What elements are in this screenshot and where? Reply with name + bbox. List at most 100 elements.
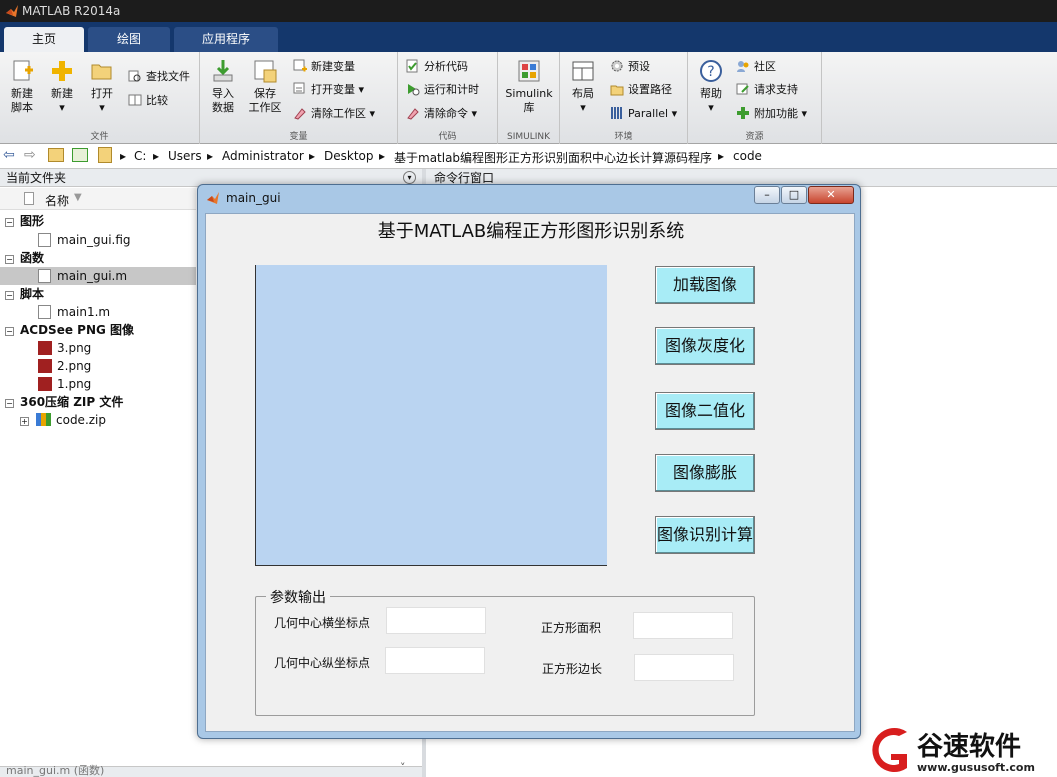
dilate-button[interactable]: 图像膨胀: [655, 454, 755, 492]
find-files-button[interactable]: 查找文件: [128, 68, 190, 86]
collapse-icon[interactable]: −: [5, 327, 14, 336]
side-length-field[interactable]: [634, 654, 734, 681]
help-button[interactable]: ? 帮助 ▾: [690, 58, 732, 115]
preferences-button[interactable]: 预设: [610, 58, 650, 76]
tab-plots[interactable]: 绘图: [88, 27, 170, 52]
new-button[interactable]: 新建 ▾: [41, 58, 83, 115]
tree-group[interactable]: − 脚本: [0, 285, 196, 303]
parallel-icon: [611, 107, 622, 119]
clear-commands-button[interactable]: 清除命令 ▾: [406, 105, 477, 123]
new-variable-button[interactable]: 新建变量: [293, 58, 355, 76]
list-item[interactable]: main_gui.fig: [0, 231, 196, 249]
list-item[interactable]: + code.zip: [0, 411, 196, 429]
crumb-users[interactable]: Users: [168, 149, 202, 163]
layout-button[interactable]: 布局 ▾: [562, 58, 604, 115]
tab-home[interactable]: 主页: [4, 27, 84, 52]
set-path-icon: [610, 85, 624, 96]
center-y-field[interactable]: [385, 647, 485, 674]
browse-folder-icon[interactable]: [72, 148, 88, 162]
parallel-button[interactable]: Parallel ▾: [610, 105, 677, 123]
new-script-button[interactable]: 新建 脚本: [1, 58, 43, 115]
open-button[interactable]: 打开 ▾: [81, 58, 123, 115]
list-item[interactable]: 1.png: [0, 375, 196, 393]
run-and-time-button[interactable]: 运行和计时: [406, 81, 479, 99]
m-file-icon: [38, 269, 51, 283]
file-column-icon: [24, 192, 34, 205]
request-support-button[interactable]: 请求支持: [736, 81, 798, 99]
chevron-down-icon: ▾: [471, 107, 478, 120]
crumb-administrator[interactable]: Administrator: [222, 149, 304, 163]
collapse-icon[interactable]: −: [5, 218, 14, 227]
crumb-sep-icon: ▸: [379, 149, 386, 163]
crumb-sep-icon: ▸: [718, 149, 725, 163]
request-support-icon: [736, 83, 749, 95]
crumb-drive[interactable]: C:: [134, 149, 146, 163]
community-button[interactable]: 社区: [736, 58, 776, 76]
chevron-up-icon[interactable]: ˅: [400, 761, 406, 774]
back-arrow-icon[interactable]: ⇦: [3, 147, 15, 163]
zip-file-icon: [36, 413, 51, 426]
compare-button[interactable]: 比较: [128, 92, 168, 110]
area-label: 正方形面积: [541, 621, 602, 635]
up-folder-icon[interactable]: [48, 148, 64, 162]
expand-icon[interactable]: +: [20, 417, 29, 426]
minimize-button[interactable]: –: [754, 186, 780, 204]
grayscale-button[interactable]: 图像灰度化: [655, 327, 755, 365]
tree-group[interactable]: − 函数: [0, 249, 196, 267]
output-panel: 参数输出 几何中心横坐标点 几何中心纵坐标点 正方形面积 正方形边长: [255, 587, 755, 716]
list-item-selected[interactable]: main_gui.m: [0, 267, 196, 285]
ribbon: 新建 脚本 新建 ▾ 打开 ▾ 查找文件 比较 文件 导入 数据 保存 工作区 新建…: [0, 52, 1057, 144]
simulink-section: Simulink 库 SIMULINK: [498, 52, 560, 144]
crumb-desktop[interactable]: Desktop: [324, 149, 374, 163]
clear-commands-icon: [407, 108, 419, 120]
chevron-down-icon: ▾: [59, 101, 65, 114]
crumb-code[interactable]: code: [733, 149, 762, 163]
save-workspace-button[interactable]: 保存 工作区: [244, 58, 286, 115]
import-data-button[interactable]: 导入 数据: [202, 58, 244, 115]
add-ons-button[interactable]: 附加功能 ▾: [736, 105, 807, 123]
image-axes[interactable]: [255, 265, 607, 566]
gui-heading: 基于MATLAB编程正方形图形识别系统: [377, 221, 685, 242]
collapse-icon[interactable]: −: [5, 255, 14, 264]
clear-workspace-button[interactable]: 清除工作区 ▾: [293, 105, 375, 123]
set-path-button[interactable]: 设置路径: [610, 81, 672, 99]
forward-arrow-icon[interactable]: ⇨: [24, 147, 36, 163]
collapse-icon[interactable]: −: [5, 291, 14, 300]
app-title-bar: MATLAB R2014a: [0, 0, 1057, 22]
list-item[interactable]: 2.png: [0, 357, 196, 375]
crumb-sep-icon: ▸: [153, 149, 160, 163]
folder-icon: [98, 147, 112, 163]
panel-menu-icon[interactable]: ▾: [403, 171, 416, 184]
center-x-field[interactable]: [386, 607, 486, 634]
collapse-icon[interactable]: −: [5, 399, 14, 408]
crumb-project[interactable]: 基于matlab编程图形正方形识别面积中心边长计算源码程序: [394, 149, 712, 166]
app-title: MATLAB R2014a: [22, 4, 121, 18]
list-item[interactable]: main1.m: [0, 303, 196, 321]
tree-group[interactable]: − 图形: [0, 212, 196, 230]
analyze-code-button[interactable]: 分析代码: [406, 58, 468, 76]
analyze-code-icon: [406, 59, 418, 73]
load-image-button[interactable]: 加载图像: [655, 266, 755, 304]
binarize-button[interactable]: 图像二值化: [655, 392, 755, 430]
tab-apps[interactable]: 应用程序: [174, 27, 278, 52]
file-caption: 文件: [90, 132, 109, 142]
import-data-icon: [213, 60, 233, 82]
layout-icon: [572, 61, 594, 81]
list-item[interactable]: 3.png: [0, 339, 196, 357]
simulink-icon: [518, 60, 540, 82]
maximize-button[interactable]: □: [781, 186, 807, 204]
chevron-down-icon: ▾: [99, 101, 105, 114]
tree-group[interactable]: −360压缩 ZIP 文件: [0, 393, 196, 411]
watermark: 谷速软件 www.gususoft.com: [865, 722, 1057, 777]
open-variable-button[interactable]: 打开变量 ▾: [293, 81, 364, 99]
community-icon: [737, 61, 749, 72]
simulink-library-button[interactable]: Simulink 库: [502, 58, 556, 115]
recognize-compute-button[interactable]: 图像识别计算: [655, 516, 755, 554]
tree-group[interactable]: − ACDSee PNG 图像: [0, 321, 196, 339]
close-button[interactable]: ✕: [808, 186, 854, 204]
gear-icon: [611, 60, 623, 72]
column-header[interactable]: 名称 ▼: [0, 188, 196, 210]
area-field[interactable]: [633, 612, 733, 639]
chevron-down-icon: ▾: [671, 107, 678, 120]
new-variable-icon: [293, 59, 307, 72]
